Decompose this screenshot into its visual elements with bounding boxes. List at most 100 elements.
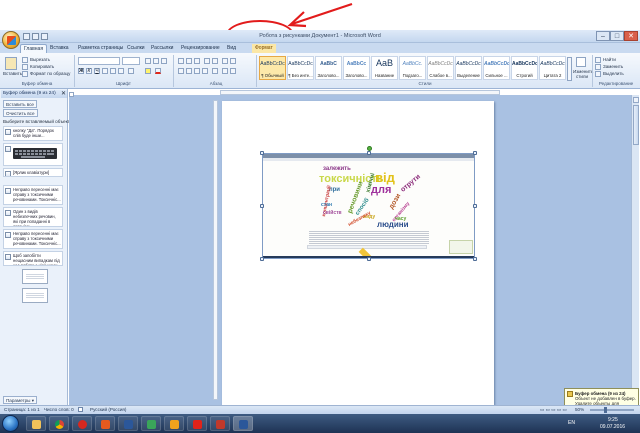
replace-button[interactable]: Заменить — [603, 64, 623, 69]
taskbar-chrome[interactable] — [49, 416, 69, 431]
zoom-level[interactable]: 50% — [575, 406, 584, 414]
style-no-spacing[interactable]: AaBbCcDc ¶ Без инте... — [287, 56, 314, 80]
resize-handle-ne[interactable] — [473, 151, 477, 155]
style-title[interactable]: AaB Название — [371, 56, 398, 80]
pane-close-icon[interactable]: ✕ — [61, 90, 66, 97]
select-button[interactable]: Выделить — [603, 71, 624, 76]
style-quote-2[interactable]: AaBbCcDc Цитата 2 — [539, 56, 566, 80]
tab-view[interactable]: Вид — [224, 44, 239, 53]
change-case-icon[interactable] — [128, 68, 134, 74]
tab-format[interactable]: Формат — [252, 44, 276, 53]
align-center-icon[interactable] — [186, 68, 192, 74]
line-spacing-icon[interactable] — [212, 68, 218, 74]
clipboard-item[interactable]: кнопку "Да". Порядок слів буде інши... — [3, 126, 63, 141]
start-button[interactable] — [2, 415, 19, 432]
tab-home[interactable]: Главная — [20, 44, 48, 53]
clipboard-thumbnail[interactable] — [22, 269, 48, 284]
paste-icon[interactable] — [5, 57, 17, 70]
bold-icon[interactable]: Ж — [78, 68, 84, 74]
style-subtitle[interactable]: AaBbCc. Подзаго... — [399, 56, 426, 80]
clipboard-item[interactable]: Неправо пересенні має справу з токсичним… — [3, 229, 63, 249]
decrease-indent-icon[interactable] — [204, 58, 210, 64]
resize-handle-e[interactable] — [473, 204, 477, 208]
subscript-icon[interactable] — [110, 68, 116, 74]
taskbar-opera[interactable] — [72, 416, 92, 431]
maximize-button[interactable]: □ — [610, 31, 624, 41]
style-heading-2[interactable]: AaBbCc Заголово... — [343, 56, 370, 80]
clear-all-button[interactable]: Очистить все — [3, 109, 38, 117]
resize-handle-nw[interactable] — [260, 151, 264, 155]
taskbar-app9[interactable] — [210, 416, 230, 431]
status-words[interactable]: Число слов: 0 — [44, 406, 74, 414]
superscript-icon[interactable] — [118, 68, 124, 74]
increase-indent-icon[interactable] — [212, 58, 218, 64]
taskbar-app4[interactable] — [95, 416, 115, 431]
view-buttons[interactable]: ▭ ▭ ▭ ▭ ▭ — [540, 406, 567, 414]
inserted-image[interactable]: залежить токсичність від для при речовин… — [262, 153, 475, 259]
underline-icon[interactable]: Ч — [94, 68, 100, 74]
grow-font-icon[interactable] — [145, 58, 151, 64]
strikethrough-icon[interactable] — [102, 68, 108, 74]
scroll-thumb[interactable] — [633, 105, 639, 145]
undo-icon[interactable] — [32, 33, 39, 40]
clipboard-item[interactable] — [3, 143, 63, 166]
shrink-font-icon[interactable] — [153, 58, 159, 64]
clock-date[interactable]: 09.07.2016 — [600, 424, 625, 430]
status-language[interactable]: Русский (Россия) — [90, 406, 126, 414]
copy-button[interactable]: Копировать — [30, 64, 54, 69]
styles-scroll-icon[interactable] — [567, 57, 572, 81]
resize-handle-se[interactable] — [473, 257, 477, 261]
keyboard-language[interactable]: EN — [568, 420, 575, 426]
find-button[interactable]: Найти — [603, 57, 616, 62]
shading-icon[interactable] — [222, 68, 228, 74]
style-strong[interactable]: AaBbCcDc Строгий — [511, 56, 538, 80]
clipboard-item[interactable]: Один з видів небезпечних речовин, які пр… — [3, 207, 63, 227]
close-button[interactable]: ✕ — [624, 31, 638, 41]
resize-handle-s[interactable] — [367, 257, 371, 261]
show-marks-icon[interactable] — [230, 58, 236, 64]
multilevel-list-icon[interactable] — [194, 58, 200, 64]
sort-icon[interactable] — [222, 58, 228, 64]
style-heading-1[interactable]: AaBbC Заголово... — [315, 56, 342, 80]
bullets-icon[interactable] — [178, 58, 184, 64]
tab-mailings[interactable]: Рассылки — [148, 44, 176, 53]
proofing-icon[interactable] — [78, 407, 83, 412]
align-left-icon[interactable] — [178, 68, 184, 74]
zoom-slider[interactable] — [590, 409, 634, 411]
minimize-button[interactable]: – — [596, 31, 610, 41]
clipboard-item[interactable]: Щоб запобігти нещасним випадкам під час … — [3, 251, 63, 266]
tab-references[interactable]: Ссылки — [124, 44, 148, 53]
zoom-slider-thumb[interactable] — [604, 407, 607, 413]
taskbar-word-active[interactable] — [233, 416, 253, 431]
style-subtle-emphasis[interactable]: AaBbCcDc Слабое в... — [427, 56, 454, 80]
paste-all-button[interactable]: Вставить все — [3, 100, 37, 108]
taskbar-app7[interactable] — [164, 416, 184, 431]
tab-page-layout[interactable]: Разметка страницы — [75, 44, 126, 53]
style-emphasis[interactable]: AaBbCcDc Выделение — [455, 56, 482, 80]
style-intense-emphasis[interactable]: AaBbCcDc Сильное ... — [483, 56, 510, 80]
clock-time[interactable]: 9:25 — [608, 417, 618, 423]
redo-icon[interactable] — [41, 33, 48, 40]
tab-selector-icon[interactable] — [69, 92, 74, 97]
status-page[interactable]: Страница: 1 из 1 — [4, 406, 40, 414]
format-painter-button[interactable]: Формат по образцу — [30, 71, 70, 76]
font-family-select[interactable] — [78, 57, 120, 65]
borders-icon[interactable] — [230, 68, 236, 74]
paste-button[interactable]: Вставить — [3, 71, 22, 76]
clipboard-thumbnail[interactable] — [22, 288, 48, 303]
highlight-icon[interactable] — [145, 68, 151, 74]
cut-button[interactable]: Вырезать — [30, 57, 50, 62]
vertical-scrollbar[interactable] — [631, 95, 639, 405]
taskbar-explorer[interactable] — [26, 416, 46, 431]
align-right-icon[interactable] — [194, 68, 200, 74]
font-size-select[interactable] — [122, 57, 140, 65]
taskbar-app6[interactable] — [141, 416, 161, 431]
clipboard-item[interactable]: Неправо пересенні має справу з токсичним… — [3, 185, 63, 205]
tab-review[interactable]: Рецензирование — [178, 44, 223, 53]
taskbar-yandex[interactable] — [187, 416, 207, 431]
style-normal[interactable]: AaBbCcDc ¶ Обычный — [259, 56, 286, 80]
resize-handle-n[interactable] — [367, 151, 371, 155]
save-icon[interactable] — [23, 33, 30, 40]
resize-handle-w[interactable] — [260, 204, 264, 208]
clipboard-item[interactable]: [Ярлик клавіатури] — [3, 168, 63, 177]
